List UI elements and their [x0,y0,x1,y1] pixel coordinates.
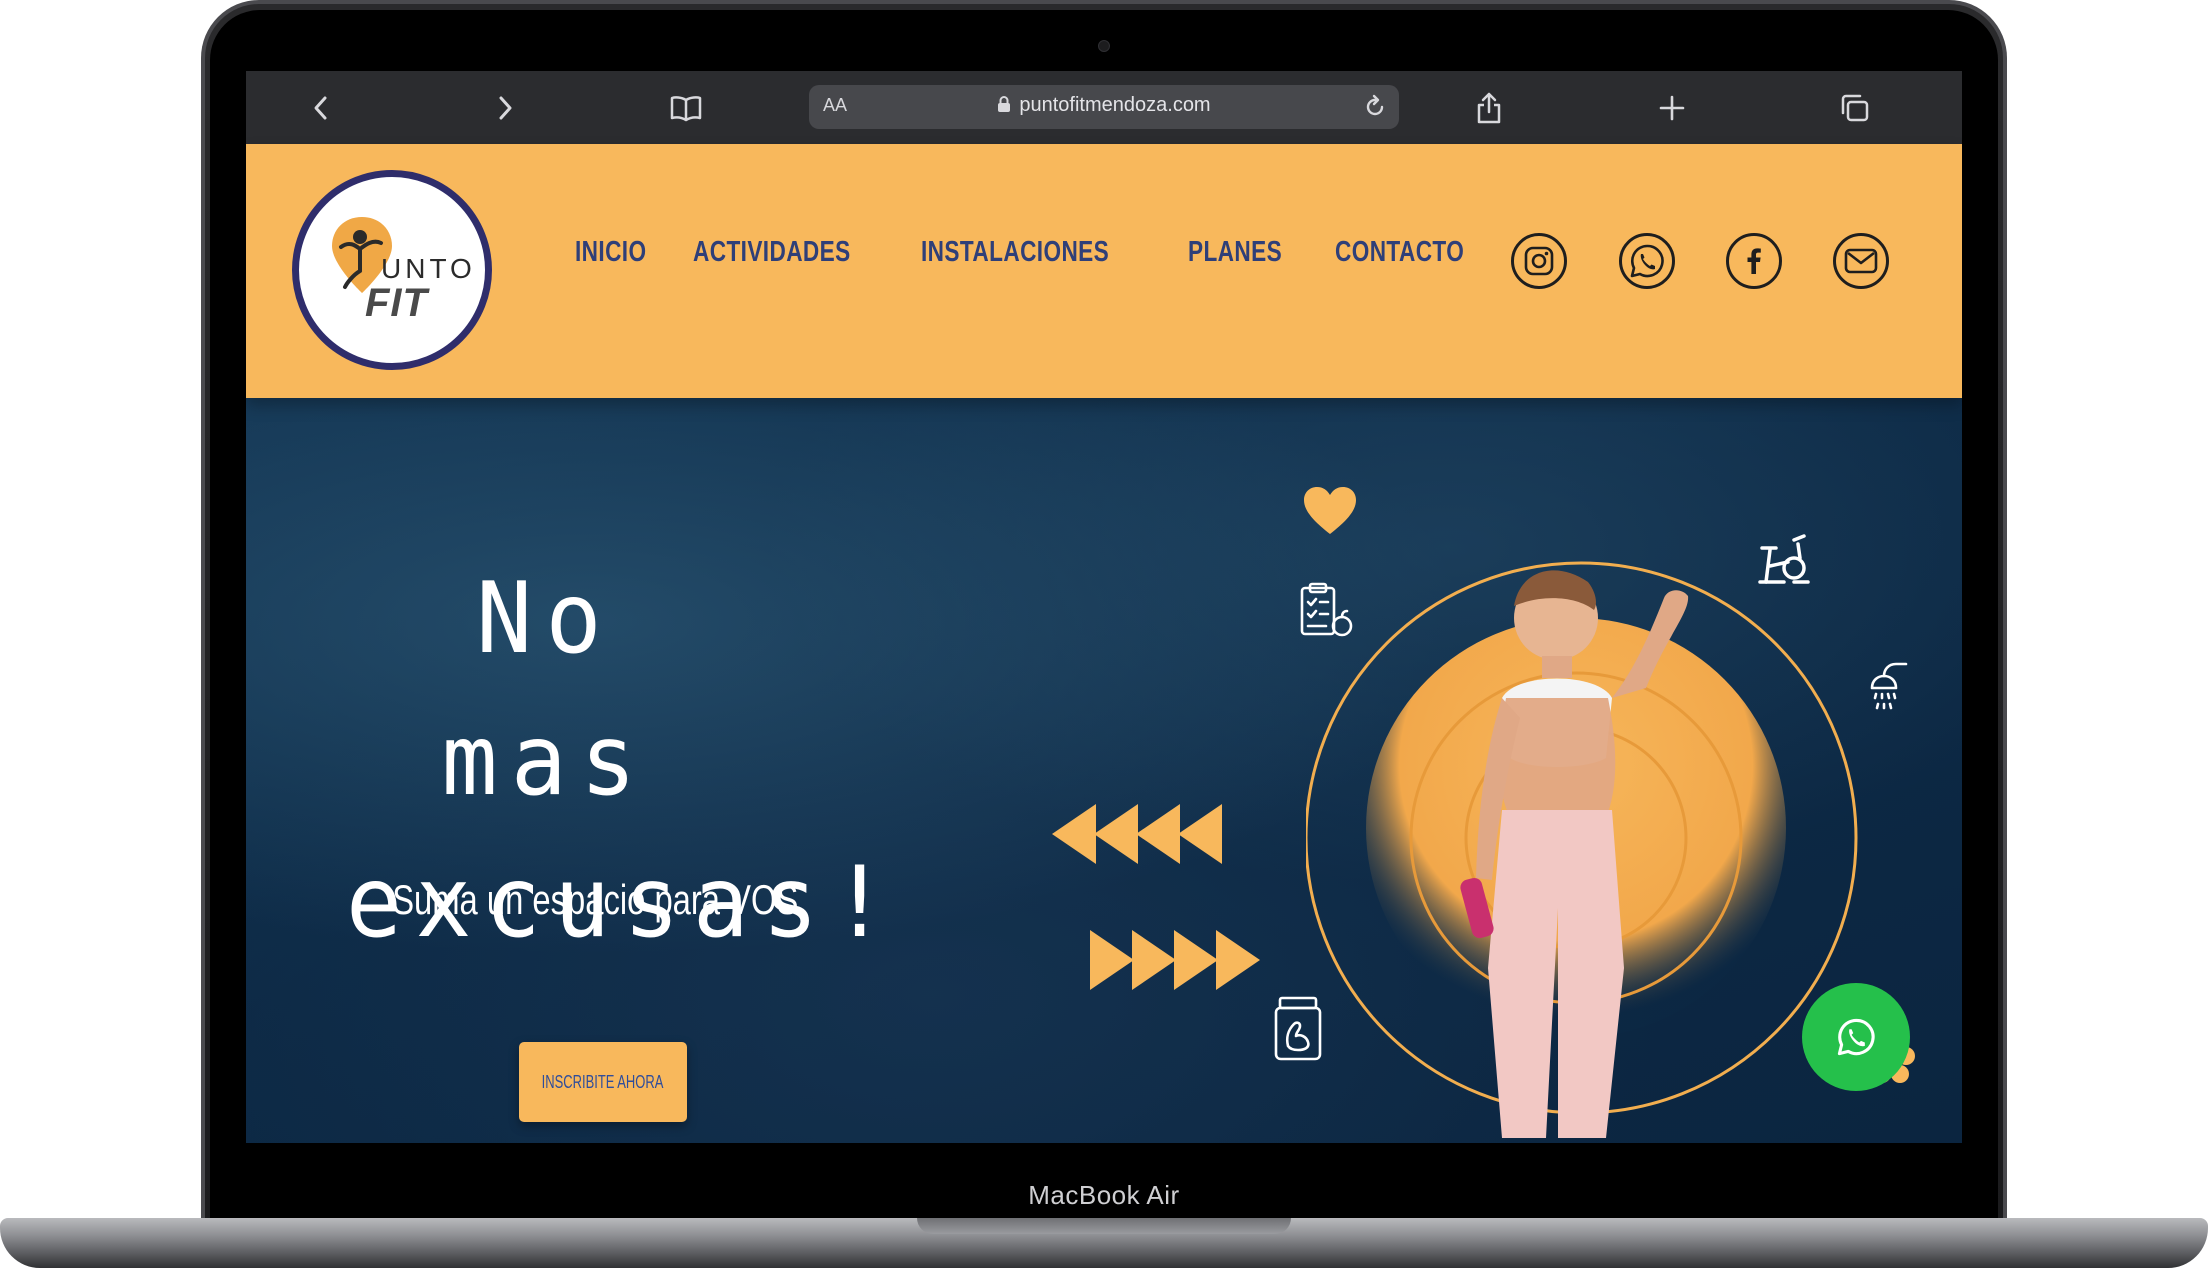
supplement-jar-icon [1274,996,1322,1061]
main-nav: INICIO ACTIVIDADES INSTALACIONES PLANES … [575,236,1472,269]
arrows-left-icon [1052,804,1222,864]
back-icon[interactable] [298,85,344,131]
whatsapp-float-button[interactable] [1802,983,1910,1091]
share-icon[interactable] [1466,85,1512,131]
device-label: MacBook Air [1028,1180,1180,1210]
clipboard-icon [1300,582,1353,637]
nav-item-planes[interactable]: PLANES [1188,236,1282,269]
fitness-illustration [1306,561,1858,1138]
email-icon[interactable] [1833,233,1889,289]
new-tab-icon[interactable] [1649,85,1695,131]
address-bar[interactable]: AA puntofitmendoza.com [809,85,1399,129]
stationary-bike-icon [1758,534,1810,584]
whatsapp-icon[interactable] [1619,233,1675,289]
shower-icon [1870,662,1908,710]
nav-item-actividades[interactable]: ACTIVIDADES [693,236,851,269]
bookmarks-icon[interactable] [663,85,709,131]
reload-icon[interactable] [1361,93,1389,121]
screen: AA puntofitmendoza.com UNTO FIT INICIO A… [246,71,1962,1143]
nav-item-inicio[interactable]: INICIO [575,236,646,269]
hero-subheadline: Suma un espacio para VOS [392,876,799,923]
camera-icon [1098,40,1110,52]
forward-icon[interactable] [482,85,528,131]
hero-section: No mas excusas! Suma un espacio para VOS… [246,398,1962,1143]
heart-icon [1304,487,1356,534]
arrows-right-icon [1090,930,1260,990]
nav-item-instalaciones[interactable]: INSTALACIONES [921,236,1109,269]
punto-fit-logo[interactable]: UNTO FIT [292,170,492,370]
browser-toolbar: AA puntofitmendoza.com [246,71,1962,144]
facebook-icon[interactable] [1726,233,1782,289]
lock-icon [997,95,1011,119]
signup-button[interactable]: INSCRIBITE AHORA [519,1042,687,1122]
nav-item-contacto[interactable]: CONTACTO [1335,236,1464,269]
tabs-icon[interactable] [1832,85,1878,131]
logo-text-bottom: FIT [365,281,428,325]
url-text: puntofitmendoza.com [1019,94,1211,116]
whatsapp-icon [1837,1018,1875,1056]
signup-button-label: INSCRIBITE AHORA [542,1071,664,1092]
site-header: UNTO FIT INICIO ACTIVIDADES INSTALACIONE… [246,144,1962,398]
laptop-frame: MacBook Air AA puntofitmendoza.com UNTO … [0,0,2208,1268]
laptop-base-notch [917,1218,1291,1234]
instagram-icon[interactable] [1511,233,1567,289]
